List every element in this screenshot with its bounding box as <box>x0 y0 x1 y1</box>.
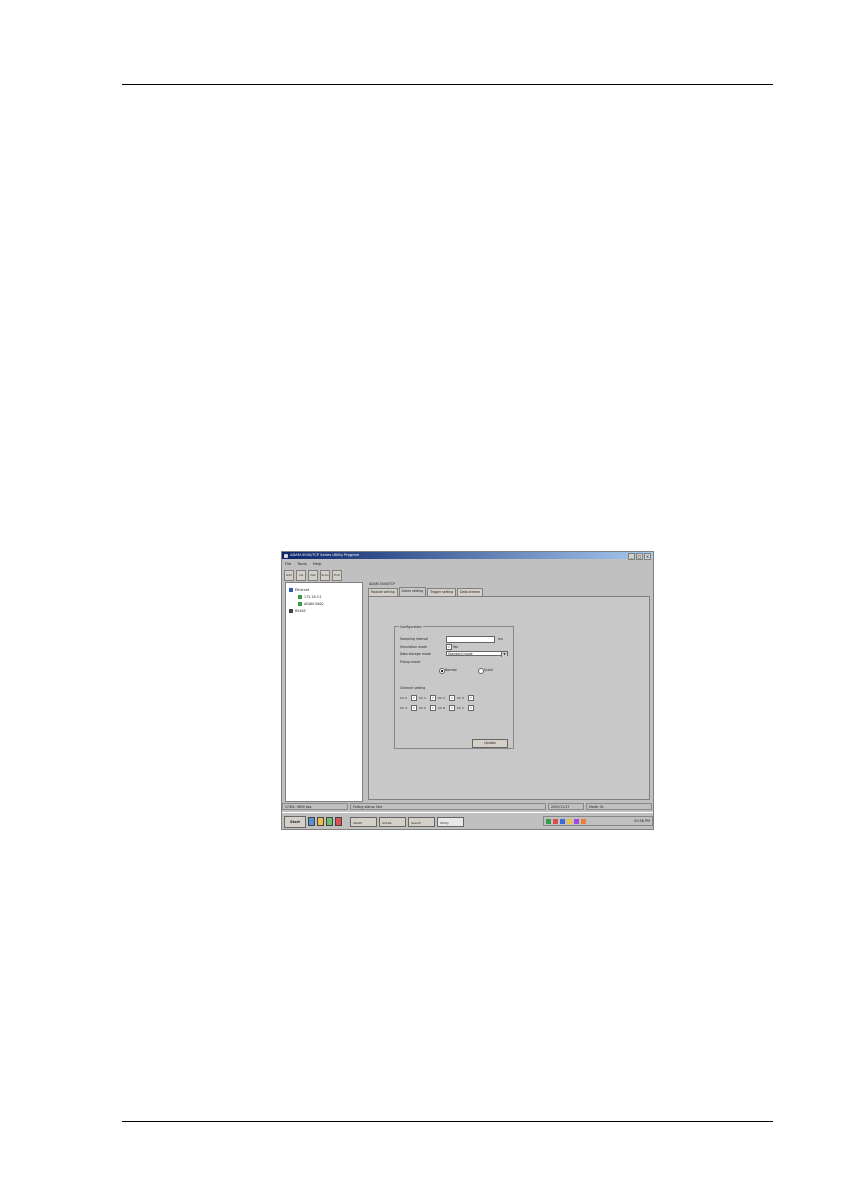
device-tree[interactable]: Ethernet 172.18.3.1 ADAM-5000 RS485 <box>285 582 363 802</box>
status-bar: COM1: 9600 bps Polling status: Idle 2002… <box>282 803 653 810</box>
pickup-quick-label: Quick <box>484 668 494 672</box>
close-button[interactable]: × <box>644 553 651 560</box>
tray-icon[interactable] <box>546 818 551 824</box>
tray-icon[interactable] <box>574 818 579 824</box>
tree-item-ip[interactable]: 172.18.3.1 <box>298 595 322 599</box>
channel-label: Ch 7 <box>457 706 464 710</box>
app-icon <box>284 553 288 558</box>
minimize-button[interactable]: _ <box>628 553 635 560</box>
channel-label: Ch 6 <box>438 706 445 710</box>
sampling-interval-input[interactable] <box>446 636 495 643</box>
exit-button[interactable]: Exit <box>332 569 342 581</box>
menu-file[interactable]: File <box>285 560 291 567</box>
tray-icon[interactable] <box>581 818 586 824</box>
channel-checkbox[interactable]: ✓ <box>468 695 474 701</box>
quicklaunch-icon[interactable] <box>317 817 324 826</box>
data-storage-mode-label: Data storage mode <box>400 652 431 656</box>
taskbar-item[interactable]: Adobe <box>379 816 406 827</box>
tray-icon[interactable] <box>553 818 558 824</box>
maximize-button[interactable]: □ <box>636 553 643 560</box>
serial-icon <box>289 609 293 613</box>
channel-checkbox[interactable]: ✓ <box>430 705 436 711</box>
footer-rule <box>122 1121 773 1122</box>
window-controls: _ □ × <box>628 553 651 560</box>
add-button[interactable]: Add <box>284 569 294 581</box>
tab-trigger-setting[interactable]: Trigger setting <box>427 588 457 596</box>
device-icon <box>298 595 302 599</box>
channel-checkbox[interactable]: ✓ <box>411 695 417 701</box>
sampling-interval-label: Sampling interval <box>400 637 429 641</box>
header-rule <box>122 84 773 85</box>
screenshot-figure: ADAM-5000/TCP Series Utility Program _ □… <box>281 551 654 830</box>
window-titlebar: ADAM-5000/TCP Series Utility Program _ □… <box>282 552 653 560</box>
select-value: Standard mode <box>448 652 473 656</box>
status-com: COM1: 9600 bps <box>282 803 348 810</box>
pickup-mode-label: Pickup mode <box>400 660 421 664</box>
update-button[interactable]: Update <box>472 739 508 748</box>
delete-button[interactable]: Del <box>308 569 318 581</box>
menu-bar: File Tools Help <box>282 560 321 567</box>
tree-item-ethernet[interactable]: Ethernet <box>289 588 309 592</box>
taskbar-item[interactable]: Search <box>408 816 435 827</box>
window-title: ADAM-5000/TCP Series Utility Program <box>290 553 360 557</box>
channel-checkbox[interactable]: ✓ <box>411 705 417 711</box>
channel-checkbox[interactable]: ✓ <box>468 705 474 711</box>
tray-icon[interactable] <box>567 818 572 824</box>
quicklaunch-icon[interactable] <box>326 817 333 826</box>
channel-label: Ch 2 <box>438 696 445 700</box>
status-polling: Polling status: Idle <box>350 803 546 810</box>
simulation-checkbox-label: Yes <box>453 645 459 649</box>
taskbar: Start ADAM Adobe Search Utility 09:58 PM <box>282 812 653 829</box>
channel-checkbox[interactable]: ✓ <box>430 695 436 701</box>
menu-tools[interactable]: Tools <box>297 560 306 567</box>
network-icon <box>289 588 293 592</box>
tab-data-stream[interactable]: Data stream <box>457 588 483 596</box>
simulation-mode-label: Simulation mode <box>400 645 428 649</box>
status-date: 2002/11/17 <box>548 803 584 810</box>
data-storage-mode-select[interactable]: Standard mode ▼ <box>446 651 508 657</box>
tab-alarm-setting[interactable]: Alarm setting <box>398 587 427 596</box>
channel-label: Ch 5 <box>419 706 426 710</box>
status-mode: Mode: OL <box>586 803 652 810</box>
device-icon <box>298 602 302 606</box>
tray-icon[interactable] <box>560 818 565 824</box>
channel-setting-label: Channel setting <box>400 686 426 690</box>
channel-label: Ch 3 <box>457 696 464 700</box>
tab-strip: Module setting Alarm setting Trigger set… <box>368 587 483 596</box>
tree-item-adam[interactable]: ADAM-5000 <box>298 602 323 606</box>
taskbar-item-active[interactable]: Utility <box>437 816 464 827</box>
configuration-group: Configuration Sampling interval ms Simul… <box>394 625 514 749</box>
tree-item-label: Ethernet <box>295 588 310 592</box>
tab-module-setting[interactable]: Module setting <box>368 588 398 596</box>
start-button[interactable]: Start <box>284 815 306 828</box>
channel-checkbox[interactable]: ✓ <box>449 705 455 711</box>
toolbar: Add Ins Del Scan Exit <box>282 569 653 581</box>
pickup-normal-label: Normal <box>445 668 457 672</box>
tree-item-label: 172.18.3.1 <box>304 595 322 599</box>
channel-label: Ch 0 <box>400 696 407 700</box>
clock: 09:58 PM <box>634 819 650 823</box>
channel-label: Ch 4 <box>400 706 407 710</box>
channel-checkbox[interactable]: ✓ <box>449 695 455 701</box>
chevron-down-icon[interactable]: ▼ <box>501 652 507 657</box>
group-title: Configuration <box>399 625 423 629</box>
taskbar-item[interactable]: ADAM <box>350 816 377 827</box>
scan-button[interactable]: Scan <box>320 569 330 581</box>
system-tray: 09:58 PM <box>543 816 653 826</box>
simulation-checkbox[interactable]: ✓ <box>446 644 452 650</box>
menu-help[interactable]: Help <box>313 560 322 567</box>
insert-button[interactable]: Ins <box>296 569 306 581</box>
quicklaunch-icon[interactable] <box>308 817 315 826</box>
channel-label: Ch 1 <box>419 696 426 700</box>
sampling-interval-unit: ms <box>498 637 503 641</box>
panel-label: ADAM-5000/TCP <box>369 582 395 586</box>
tree-item-label: RS485 <box>295 609 306 613</box>
tree-item-label: ADAM-5000 <box>304 602 324 606</box>
quicklaunch-icon[interactable] <box>335 817 342 826</box>
tree-item-rs485[interactable]: RS485 <box>289 609 306 613</box>
